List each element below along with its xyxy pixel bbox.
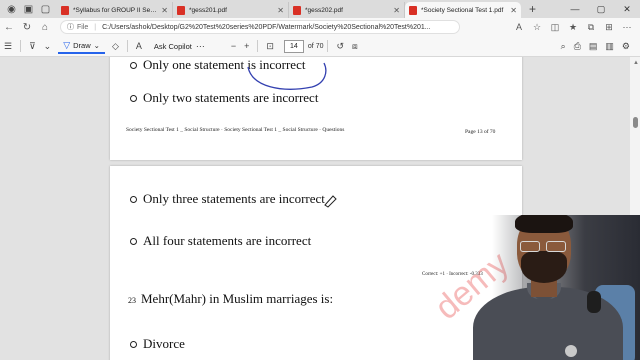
- more-tools-icon[interactable]: ⋯: [192, 41, 209, 52]
- radio-bullet-icon: [130, 340, 137, 348]
- divider: [126, 40, 128, 52]
- option-a: Divorce: [130, 336, 185, 352]
- close-icon[interactable]: ✕: [393, 6, 400, 15]
- chevron-down-icon[interactable]: ⌄: [40, 41, 56, 52]
- new-tab-button[interactable]: +: [529, 2, 536, 16]
- presenter-video: [455, 215, 640, 360]
- rotate-icon[interactable]: ↺: [332, 41, 348, 52]
- contents-icon[interactable]: ☰: [0, 41, 16, 52]
- save-icon[interactable]: ▤: [585, 41, 602, 52]
- draw-button[interactable]: ▽ Draw ⌄: [58, 38, 105, 54]
- close-icon[interactable]: ✕: [277, 6, 284, 15]
- save-as-icon[interactable]: ▥: [601, 41, 618, 52]
- close-icon[interactable]: ✕: [510, 6, 517, 15]
- radio-bullet-icon: [130, 94, 137, 102]
- extensions-icon[interactable]: ⊞: [602, 22, 616, 33]
- option-text: All four statements are incorrect: [143, 233, 312, 248]
- option-b: Only two statements are incorrect: [130, 90, 318, 106]
- page-footer-right: Page 13 of 70: [465, 129, 496, 135]
- page-footer-left: Society Sectional Test 1 _ Social Struct…: [126, 127, 345, 133]
- question-number: 23: [128, 296, 136, 305]
- pdf-toolbar: ☰ ⊽ ⌄ ▽ Draw ⌄ ◇ A Ask Copilot ⋯ − + ⊡ 1…: [0, 36, 640, 57]
- badge: [565, 345, 577, 357]
- minimize-icon[interactable]: —: [562, 0, 588, 18]
- split-screen-icon[interactable]: ◫: [548, 22, 562, 33]
- maximize-icon[interactable]: ▢: [588, 0, 614, 18]
- tab-title: *gess202.pdf: [305, 6, 343, 14]
- tab-gess201[interactable]: *gess201.pdf ✕: [173, 2, 289, 18]
- collections-icon[interactable]: ⧉: [584, 22, 598, 33]
- scroll-up-icon[interactable]: ▲: [633, 60, 639, 66]
- tab-syllabus[interactable]: *Syllabus for GROUP II Service ✕: [57, 2, 173, 18]
- radio-bullet-icon: [130, 195, 137, 203]
- back-icon[interactable]: ←: [0, 22, 18, 33]
- zoom-in-icon[interactable]: +: [240, 41, 253, 51]
- tab-strip: ◉ ▣ ▢ *Syllabus for GROUP II Service ✕ *…: [0, 0, 640, 18]
- radio-bullet-icon: [130, 61, 137, 69]
- option-d: All four statements are incorrect: [130, 233, 311, 249]
- refresh-icon[interactable]: ↻: [18, 22, 36, 33]
- print-icon[interactable]: ⎙: [570, 41, 585, 52]
- profile-icon[interactable]: ◉: [6, 4, 17, 15]
- pdf-icon: [177, 5, 185, 15]
- tab-society-test[interactable]: *Society Sectional Test 1.pdf ✕: [405, 2, 521, 18]
- option-text: Only two statements are incorrect: [143, 90, 319, 105]
- pen-icon: ▽: [63, 39, 71, 50]
- page-view-icon[interactable]: ⧈: [348, 41, 362, 52]
- page-number-input[interactable]: 14: [283, 39, 304, 53]
- divider: [257, 40, 259, 52]
- add-text-icon[interactable]: A: [132, 41, 146, 51]
- eraser-icon[interactable]: ◇: [108, 41, 123, 52]
- presenter-beard: [521, 251, 567, 283]
- tab-actions-icon[interactable]: ▢: [40, 4, 51, 15]
- option-text: Only three statements are incorrect: [143, 191, 325, 206]
- question-text: Mehr(Mahr) in Muslim marriages is:: [141, 291, 334, 306]
- window-icons: ◉ ▣ ▢: [0, 0, 57, 18]
- pdf-icon: [61, 5, 69, 15]
- ink-annotation: [324, 195, 337, 208]
- draw-label: Draw: [73, 40, 91, 50]
- window-controls: — ▢ ✕: [562, 0, 640, 18]
- workspaces-icon[interactable]: ▣: [23, 4, 34, 15]
- file-label: File: [77, 23, 89, 31]
- tab-title: *gess201.pdf: [189, 6, 227, 14]
- microphone: [587, 291, 601, 313]
- ask-copilot-button[interactable]: Ask Copilot: [154, 42, 192, 51]
- zoom-out-icon[interactable]: −: [227, 41, 240, 51]
- info-icon[interactable]: ⓘ: [67, 22, 74, 32]
- tab-title: *Syllabus for GROUP II Service: [73, 6, 159, 14]
- close-icon[interactable]: ✕: [161, 6, 168, 15]
- address-bar: ← ↻ ⌂ ⓘ File | C:/Users/ashok/Desktop/G2…: [0, 18, 640, 36]
- tab-gess202[interactable]: *gess202.pdf ✕: [289, 2, 405, 18]
- scrollbar-thumb[interactable]: [633, 117, 638, 128]
- glasses: [520, 241, 568, 252]
- more-icon[interactable]: ⋯: [620, 22, 634, 33]
- radio-bullet-icon: [130, 237, 137, 245]
- option-text: Divorce: [143, 336, 185, 351]
- home-icon[interactable]: ⌂: [36, 22, 54, 33]
- pdf-icon: [409, 5, 417, 15]
- pdf-page: Only one statement is incorrect Only two…: [110, 57, 522, 160]
- url-field[interactable]: ⓘ File | C:/Users/ashok/Desktop/G2%20Tes…: [60, 20, 460, 34]
- favorites-icon[interactable]: ★: [566, 22, 580, 33]
- chevron-down-icon[interactable]: ⌄: [94, 41, 100, 50]
- search-icon[interactable]: ⌕: [557, 41, 570, 52]
- option-c: Only three statements are incorrect: [130, 191, 325, 207]
- favorite-icon[interactable]: ☆: [530, 22, 544, 33]
- read-aloud-icon[interactable]: A: [512, 22, 526, 33]
- pdf-icon: [293, 5, 301, 15]
- tab-title: *Society Sectional Test 1.pdf: [421, 6, 504, 14]
- highlight-icon[interactable]: ⊽: [25, 41, 40, 52]
- fit-page-icon[interactable]: ⊡: [262, 41, 278, 52]
- url-text: C:/Users/ashok/Desktop/G2%20Test%20serie…: [102, 23, 431, 31]
- close-window-icon[interactable]: ✕: [614, 0, 640, 18]
- settings-icon[interactable]: ⚙: [618, 41, 634, 52]
- divider: [327, 40, 329, 52]
- page-count: of 70: [307, 42, 324, 50]
- address-actions: A ☆ ◫ ★ ⧉ ⊞ ⋯: [512, 22, 634, 33]
- divider: [20, 40, 22, 52]
- presenter-hair: [515, 215, 573, 233]
- separator: |: [94, 23, 97, 31]
